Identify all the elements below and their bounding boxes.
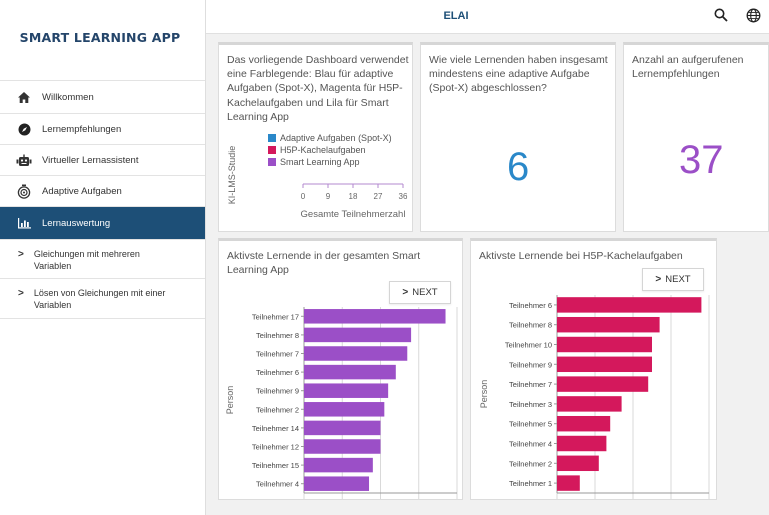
- y-tick-label: Teilnehmer 4: [509, 440, 552, 449]
- sidebar-item-lernauswertung[interactable]: Lernauswertung: [0, 206, 205, 239]
- sidebar: SMART LEARNING APP Willkommen Lernempfeh…: [0, 0, 206, 515]
- legend-tick-label: 36: [399, 192, 408, 201]
- next-button-label: NEXT: [665, 274, 691, 285]
- page-title: ELAI: [443, 10, 469, 22]
- globe-icon[interactable]: [746, 8, 761, 28]
- bar: [304, 402, 385, 417]
- home-icon: [16, 91, 32, 104]
- recommendations-card: Anzahl an aufgerufenen Lernempfehlungen …: [623, 42, 769, 232]
- sidebar-item-label: Lernempfehlungen: [42, 123, 122, 135]
- bar: [557, 396, 622, 412]
- chart-title: Aktivste Lernende in der gesamten Smart …: [227, 250, 421, 277]
- bar: [557, 475, 580, 491]
- spotx-completed-card: Wie viele Lernenden haben insgesamt mind…: [420, 42, 616, 232]
- sidebar-nav: Willkommen Lernempfehlungen Virtueller L…: [0, 80, 205, 319]
- y-axis-label: Person: [225, 386, 235, 415]
- y-tick-label: Teilnehmer 2: [509, 459, 552, 468]
- sidebar-item-label: Willkommen: [42, 91, 94, 103]
- app-title: SMART LEARNING APP: [19, 30, 181, 45]
- sidebar-item-virtueller-lernassistent[interactable]: Virtueller Lernassistent: [0, 144, 205, 175]
- y-tick-label: Teilnehmer 2: [256, 405, 299, 414]
- bar: [304, 457, 373, 473]
- bar: [557, 455, 599, 472]
- legend-card: Das vorliegende Dashboard verwendet eine…: [218, 42, 413, 232]
- chevron-right-icon: >: [402, 287, 409, 298]
- legend-tick-label: 0: [301, 192, 306, 201]
- bar: [557, 356, 652, 373]
- compass-icon: [16, 123, 32, 136]
- bar: [557, 415, 611, 432]
- y-tick-label: Teilnehmer 8: [256, 331, 299, 340]
- bar-chart-icon: [16, 217, 32, 229]
- bar: [304, 420, 381, 436]
- bar: [557, 435, 607, 452]
- legend-y-label: KI-LMS-Studie: [227, 146, 237, 205]
- bar: [304, 383, 389, 398]
- sidebar-subitem-gleichungen-eine-variable[interactable]: > Lösen von Gleichungen mit einer Variab…: [0, 278, 205, 319]
- y-tick-label: Teilnehmer 15: [252, 461, 299, 470]
- bar: [304, 476, 370, 491]
- sidebar-item-label: Virtueller Lernassistent: [42, 154, 139, 166]
- sidebar-subitem-gleichungen-mehrere-variablen[interactable]: > Gleichungen mit mehreren Variablen: [0, 239, 205, 278]
- y-axis-label: Person: [479, 380, 489, 409]
- bar-chart-h5p: Teilnehmer 6 Teilnehmer 8 Teilnehmer 10 Tei…: [479, 295, 710, 499]
- bar: [557, 297, 702, 313]
- y-tick-label: Teilnehmer 12: [252, 443, 299, 452]
- sidebar-item-label: Lernauswertung: [42, 217, 111, 229]
- legend-tick-label: 9: [326, 192, 331, 201]
- y-tick-label: Teilnehmer 7: [256, 350, 299, 359]
- next-button-label: NEXT: [412, 287, 438, 298]
- y-tick-label: Teilnehmer 6: [509, 301, 552, 310]
- y-tick-label: Teilnehmer 1: [509, 479, 552, 488]
- legend-tick-label: 27: [374, 192, 383, 201]
- sidebar-subitem-label: Lösen von Gleichungen mit einer Variable…: [33, 288, 166, 311]
- kpi-value: 37: [679, 138, 724, 182]
- sidebar-item-lernempfehlungen[interactable]: Lernempfehlungen: [0, 113, 205, 144]
- chart-title: Aktivste Lernende bei H5P-Kachelaufgaben: [479, 250, 683, 262]
- y-tick-label: Teilnehmer 10: [505, 341, 552, 350]
- y-tick-label: Teilnehmer 9: [509, 360, 552, 369]
- y-tick-label: Teilnehmer 8: [509, 321, 552, 330]
- legend-description: Das vorliegende Dashboard verwendet eine…: [227, 54, 409, 123]
- sidebar-item-willkommen[interactable]: Willkommen: [0, 80, 205, 113]
- bar: [557, 316, 660, 333]
- sidebar-subitem-label: Gleichungen mit mehreren Variablen: [33, 249, 140, 272]
- bar: [304, 364, 396, 380]
- chevron-right-icon: >: [655, 274, 662, 285]
- bar: [304, 309, 446, 324]
- y-tick-label: Teilnehmer 7: [509, 380, 552, 389]
- chevron-right-icon: >: [18, 288, 24, 299]
- bar: [304, 439, 381, 454]
- sidebar-item-adaptive-aufgaben[interactable]: Adaptive Aufgaben: [0, 175, 205, 206]
- top-bar: ELAI: [206, 0, 769, 34]
- chevron-right-icon: >: [18, 249, 24, 260]
- bar: [557, 336, 652, 353]
- legend-tick-label: 18: [349, 192, 358, 201]
- kpi-value: 6: [507, 145, 530, 189]
- y-tick-label: Teilnehmer 3: [509, 400, 552, 409]
- legend-mini-axis: KI-LMS-Studie 0 9 18 27 36 Gesamte Teilnehme…: [227, 146, 408, 220]
- bar: [557, 376, 649, 392]
- y-tick-label: Teilnehmer 5: [509, 420, 552, 429]
- kpi-question: Anzahl an aufgerufenen Lernempfehlungen: [632, 54, 744, 81]
- bar: [304, 346, 408, 361]
- next-button[interactable]: > NEXT: [642, 268, 704, 291]
- y-tick-label: Teilnehmer 6: [256, 368, 299, 377]
- robot-icon: [16, 154, 32, 167]
- y-tick-label: Teilnehmer 17: [252, 312, 299, 321]
- target-icon: [16, 184, 32, 199]
- bar-chart-smart-learning-app: Teilnehmer 17 Teilnehmer 8 Teilnehmer 7 Tei…: [225, 307, 458, 499]
- kpi-question: Wie viele Lernenden haben insgesamt mind…: [429, 54, 608, 95]
- y-tick-label: Teilnehmer 14: [252, 424, 299, 433]
- y-tick-label: Teilnehmer 4: [256, 480, 299, 489]
- sidebar-item-label: Adaptive Aufgaben: [42, 185, 122, 197]
- legend-x-label: Gesamte Teilnehmerzahl: [301, 209, 406, 220]
- chart-panel-h5p: Aktivste Lernende bei H5P-Kachelaufgaben…: [470, 238, 717, 500]
- bar: [304, 327, 412, 343]
- y-tick-label: Teilnehmer 9: [256, 387, 299, 396]
- chart-panel-smart-learning-app: Aktivste Lernende in der gesamten Smart …: [218, 238, 463, 500]
- search-icon[interactable]: [714, 8, 728, 27]
